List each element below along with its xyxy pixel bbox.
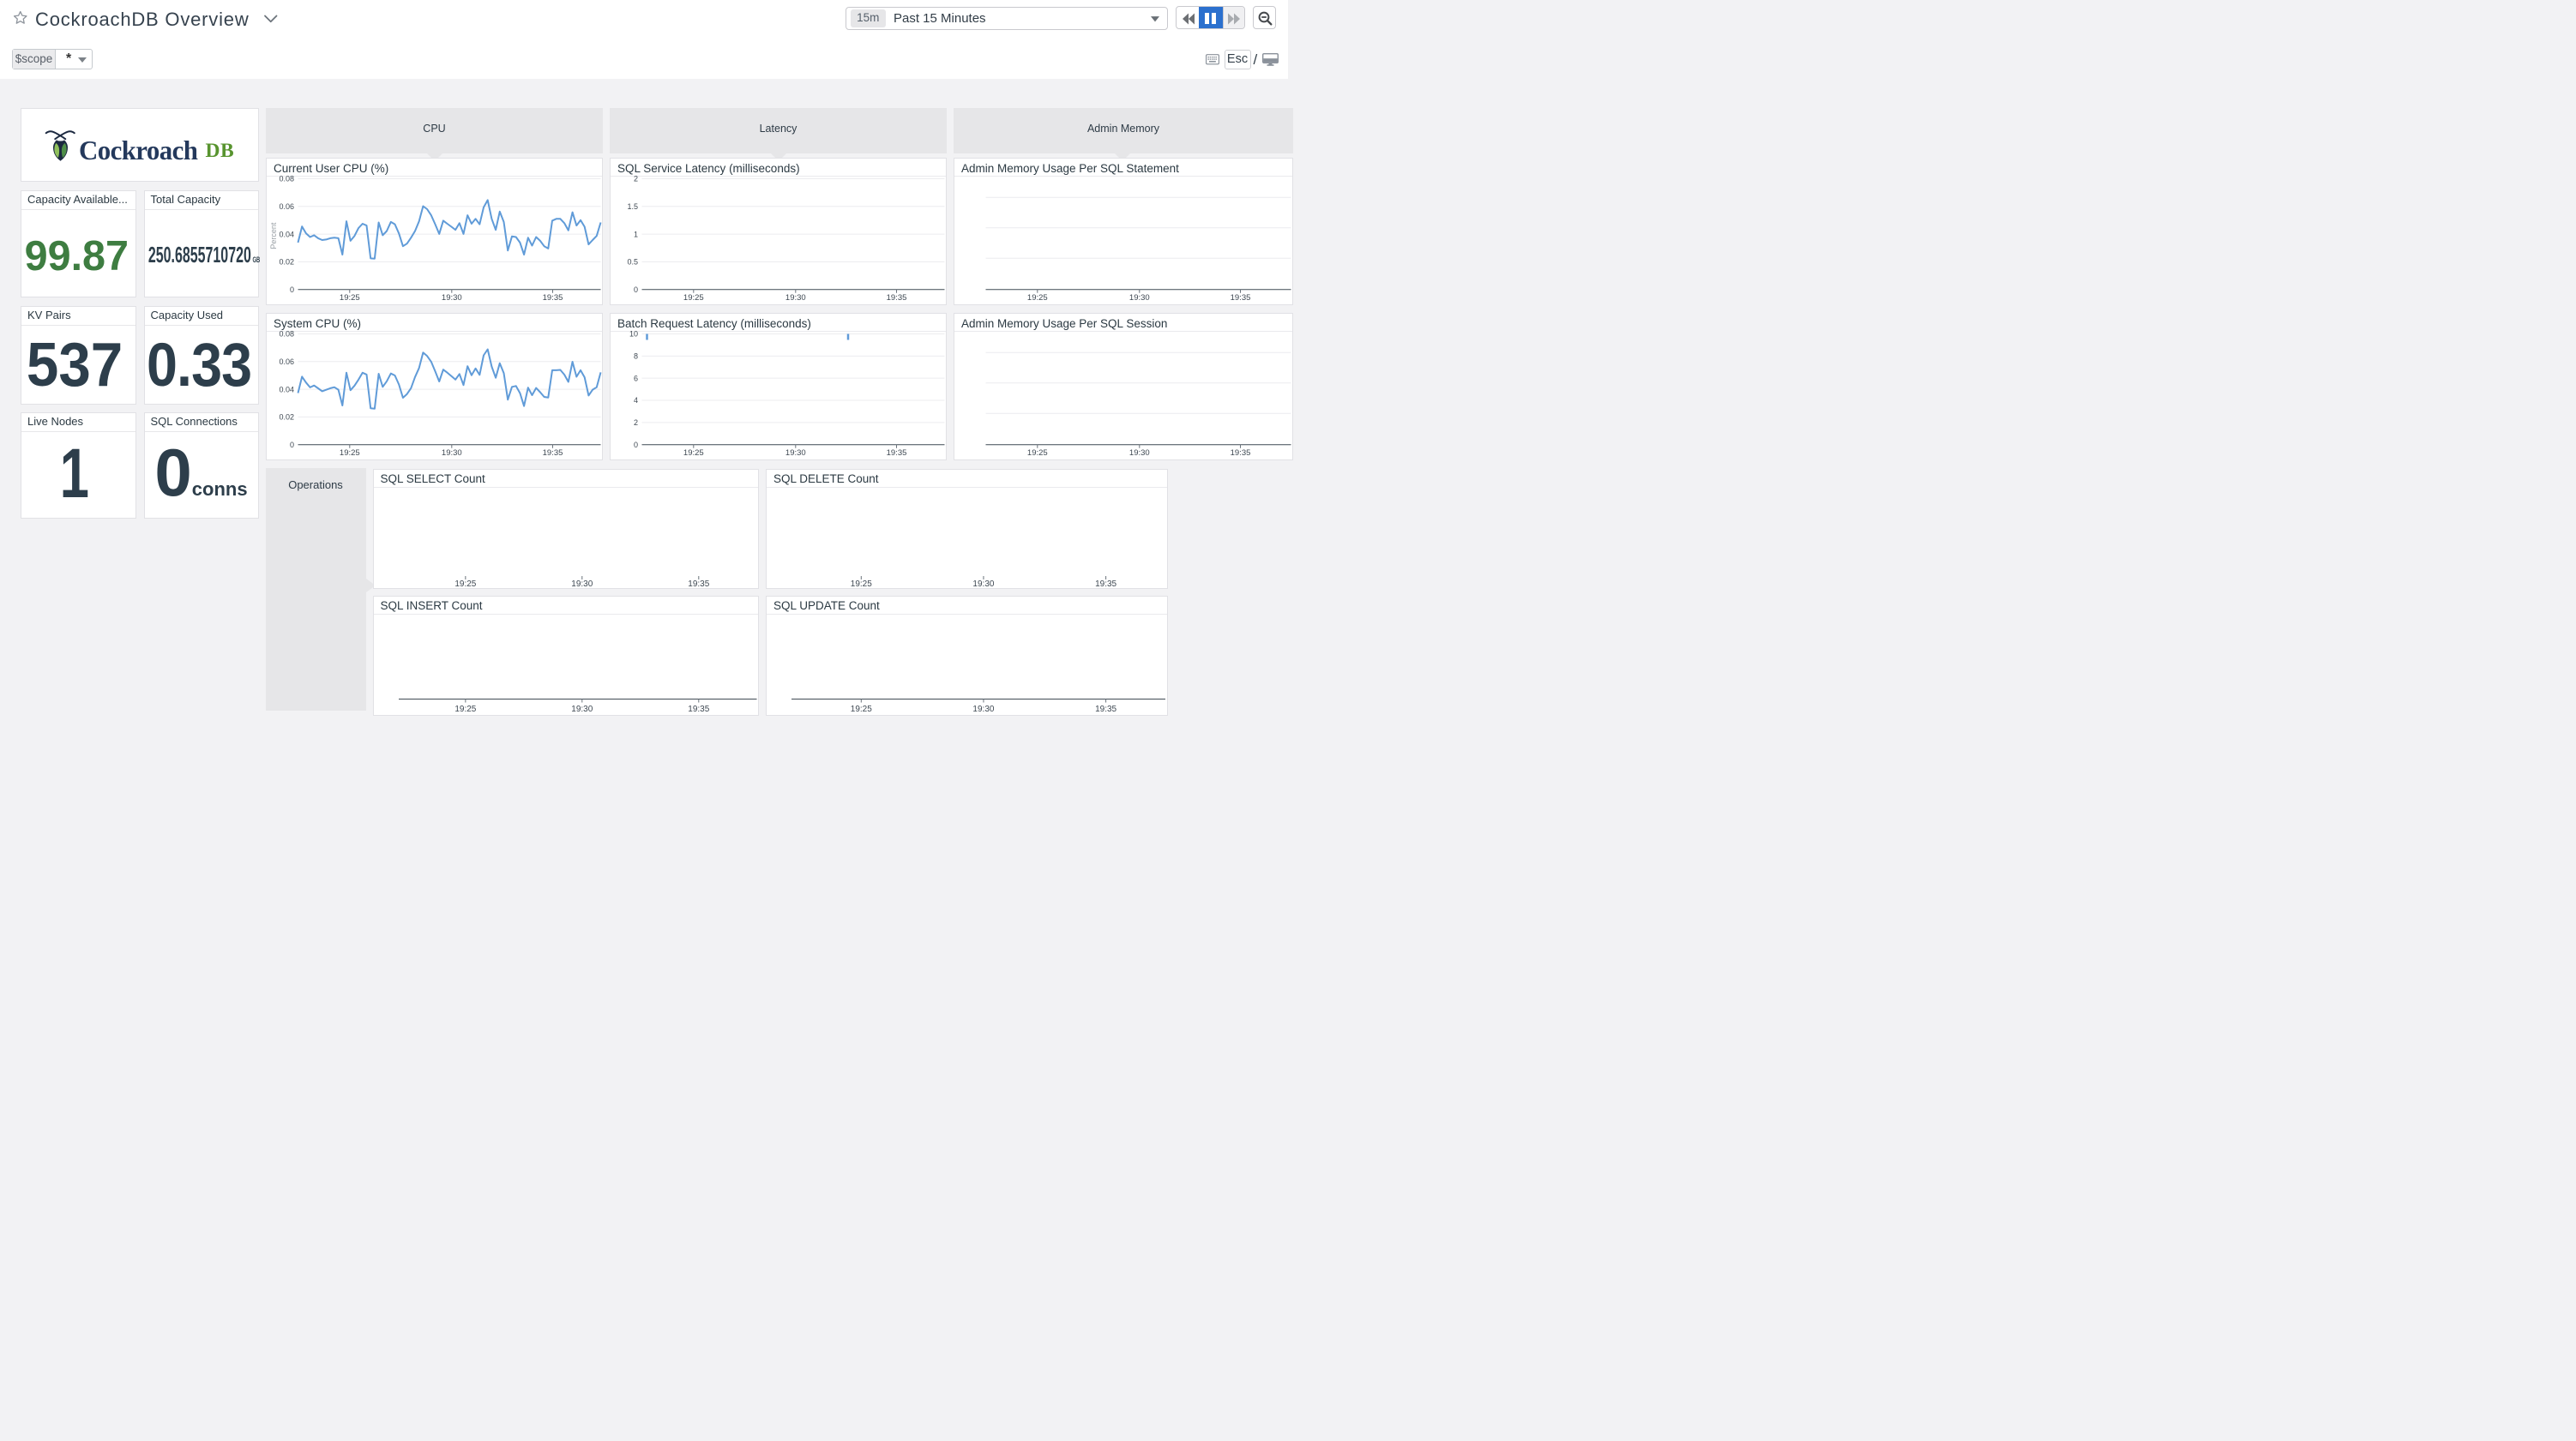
svg-text:19:35: 19:35 — [543, 293, 563, 303]
svg-text:19:35: 19:35 — [887, 448, 907, 458]
svg-text:0: 0 — [290, 285, 294, 294]
svg-text:0: 0 — [634, 285, 638, 294]
svg-text:0: 0 — [290, 441, 294, 449]
svg-text:0.04: 0.04 — [279, 385, 294, 393]
svg-text:0.08: 0.08 — [279, 330, 294, 339]
svg-text:19:25: 19:25 — [340, 448, 360, 458]
svg-text:19:30: 19:30 — [972, 704, 994, 713]
svg-text:19:25: 19:25 — [340, 293, 360, 303]
svg-text:0: 0 — [634, 441, 638, 449]
svg-text:0.06: 0.06 — [279, 357, 294, 366]
svg-text:19:30: 19:30 — [571, 579, 593, 589]
svg-text:19:25: 19:25 — [683, 293, 704, 303]
svg-text:19:30: 19:30 — [785, 448, 806, 458]
svg-text:8: 8 — [634, 352, 638, 361]
svg-text:4: 4 — [634, 396, 638, 405]
svg-text:19:30: 19:30 — [1129, 448, 1150, 458]
svg-text:19:35: 19:35 — [1231, 293, 1251, 303]
svg-text:19:30: 19:30 — [1129, 293, 1150, 303]
svg-text:1.5: 1.5 — [627, 202, 638, 211]
svg-text:0.08: 0.08 — [279, 175, 294, 183]
svg-text:19:30: 19:30 — [785, 293, 806, 303]
svg-text:19:35: 19:35 — [1095, 579, 1116, 589]
svg-text:19:25: 19:25 — [851, 579, 872, 589]
svg-text:19:25: 19:25 — [1027, 293, 1048, 303]
svg-text:19:35: 19:35 — [688, 704, 709, 713]
svg-text:6: 6 — [634, 374, 638, 382]
svg-text:19:35: 19:35 — [1095, 704, 1116, 713]
svg-text:19:30: 19:30 — [972, 579, 994, 589]
svg-text:19:25: 19:25 — [1027, 448, 1048, 458]
svg-text:10: 10 — [629, 330, 638, 339]
svg-text:19:35: 19:35 — [543, 448, 563, 458]
svg-text:0.04: 0.04 — [279, 230, 294, 238]
svg-text:0.02: 0.02 — [279, 258, 294, 267]
svg-text:19:30: 19:30 — [442, 293, 462, 303]
svg-text:19:25: 19:25 — [851, 704, 872, 713]
svg-text:Percent: Percent — [269, 222, 278, 249]
svg-text:19:25: 19:25 — [683, 448, 704, 458]
svg-text:19:35: 19:35 — [887, 293, 907, 303]
svg-text:2: 2 — [634, 418, 638, 427]
svg-text:19:35: 19:35 — [1231, 448, 1251, 458]
svg-text:19:25: 19:25 — [454, 704, 476, 713]
svg-text:19:35: 19:35 — [688, 579, 709, 589]
svg-text:0.02: 0.02 — [279, 413, 294, 422]
svg-text:0.5: 0.5 — [627, 258, 638, 267]
svg-text:19:25: 19:25 — [454, 579, 476, 589]
svg-text:1: 1 — [634, 230, 638, 238]
svg-text:0.06: 0.06 — [279, 202, 294, 211]
svg-text:19:30: 19:30 — [571, 704, 593, 713]
svg-text:2: 2 — [634, 175, 638, 183]
svg-text:19:30: 19:30 — [442, 448, 462, 458]
